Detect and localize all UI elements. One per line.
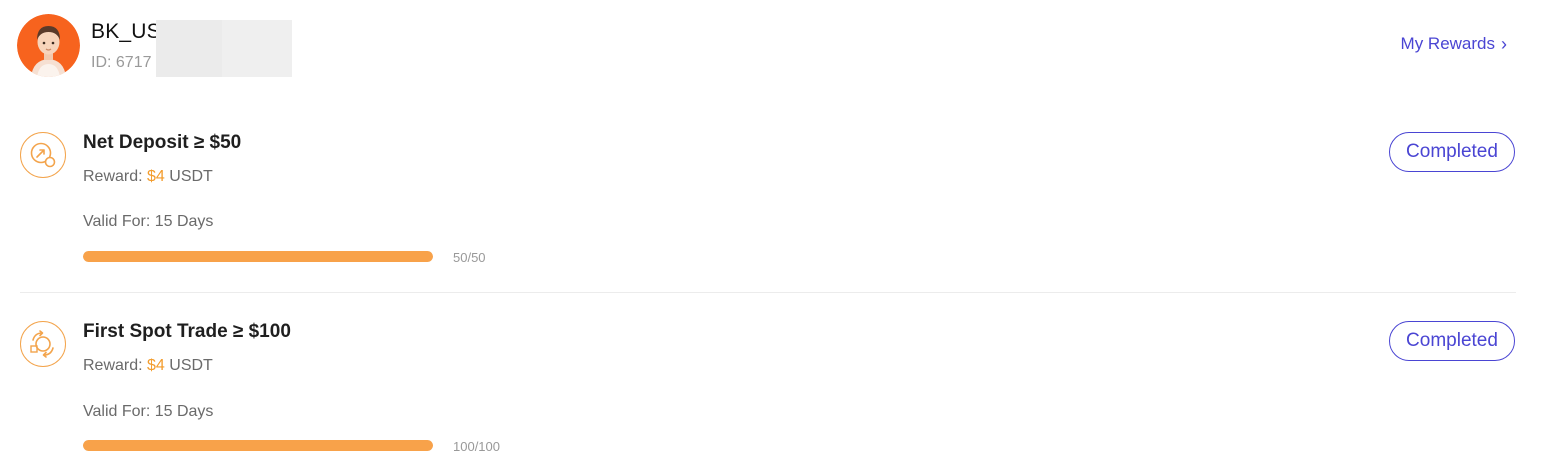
reward-suffix: USDT <box>164 168 213 185</box>
chevron-right-icon: › <box>1501 34 1507 54</box>
reward-suffix: USDT <box>164 357 213 374</box>
task-valid-for: Valid For: 15 Days <box>83 403 214 420</box>
progress-bar-fill <box>83 440 433 451</box>
my-rewards-label: My Rewards <box>1400 34 1495 53</box>
progress-text: 50/50 <box>453 250 486 265</box>
user-id: ID: 6717 <box>91 54 152 71</box>
user-header: BK_US ID: 6717 My Rewards › <box>0 0 1553 95</box>
redaction-block <box>156 20 292 77</box>
progress-bar <box>83 251 433 262</box>
deposit-icon <box>20 132 66 178</box>
avatar <box>17 14 80 77</box>
reward-amount: $4 <box>147 357 165 374</box>
progress-bar <box>83 440 433 451</box>
divider <box>20 292 1516 293</box>
spot-trade-icon <box>20 321 66 367</box>
task-title: Net Deposit ≥ $50 <box>83 132 242 153</box>
task-reward: Reward: $4 USDT <box>83 357 213 375</box>
task-valid-for: Valid For: 15 Days <box>83 213 214 230</box>
task-title: First Spot Trade ≥ $100 <box>83 321 291 342</box>
reward-prefix: Reward: <box>83 357 148 374</box>
reward-amount: $4 <box>147 168 165 185</box>
progress-bar-fill <box>83 251 433 262</box>
completed-button[interactable]: Completed <box>1389 132 1515 172</box>
username: BK_US <box>91 20 161 43</box>
progress-text: 100/100 <box>453 439 500 454</box>
my-rewards-link[interactable]: My Rewards › <box>1401 34 1507 54</box>
reward-prefix: Reward: <box>83 168 148 185</box>
completed-button[interactable]: Completed <box>1389 321 1515 361</box>
avatar-icon <box>17 14 80 77</box>
task-reward: Reward: $4 USDT <box>83 168 213 186</box>
redaction-block-part <box>222 20 292 77</box>
